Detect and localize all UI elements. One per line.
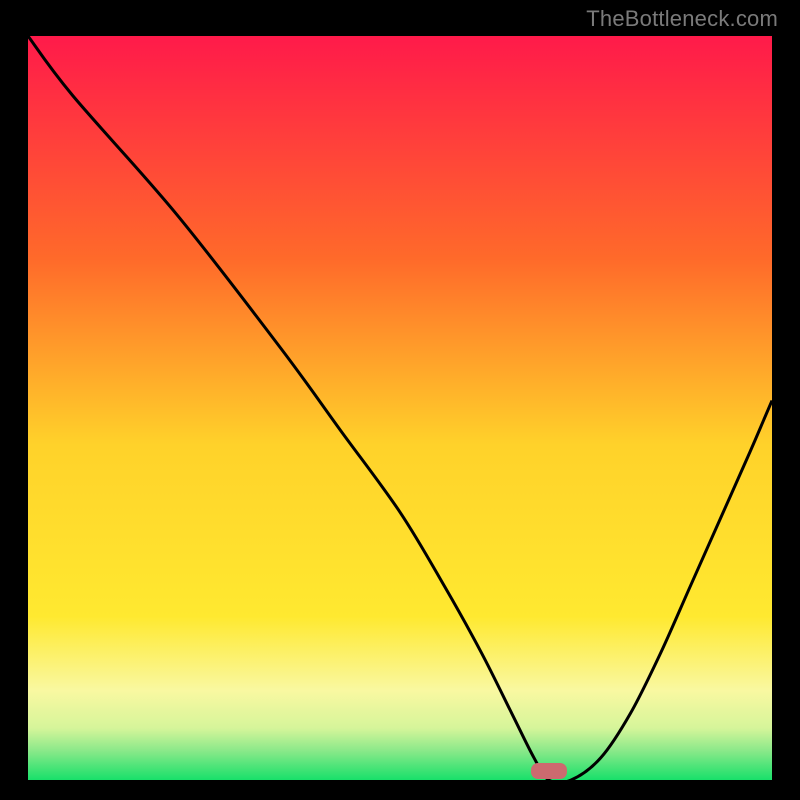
chart-frame — [25, 33, 775, 783]
watermark: TheBottleneck.com — [586, 6, 778, 32]
